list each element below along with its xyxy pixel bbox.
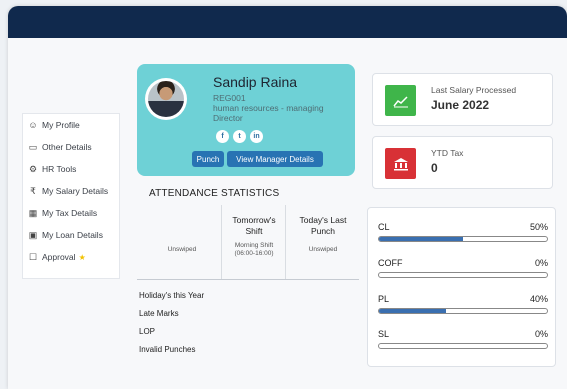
- divider: [221, 205, 222, 280]
- ytd-tax-card[interactable]: YTD Tax 0: [372, 136, 553, 189]
- salary-value: June 2022: [431, 98, 490, 112]
- attendance-table: Tomorrow's Shift Today's Last Punch Unsw…: [137, 205, 359, 280]
- last-punch-header: Today's Last Punch: [299, 215, 347, 236]
- leave-progress-fill: [379, 309, 447, 313]
- divider: [137, 279, 359, 280]
- sidebar-item-my-profile[interactable]: ☺ My Profile: [23, 114, 119, 136]
- designation-text: Director: [213, 113, 243, 123]
- sidebar-item-label: My Salary Details: [42, 186, 109, 196]
- leave-balance-card: CL 50% COFF 0% PL 40% SL 0%: [367, 207, 556, 367]
- leave-name: COFF: [378, 258, 403, 268]
- user-icon: ☺: [28, 120, 38, 130]
- tax-label: YTD Tax: [431, 148, 464, 158]
- sidebar-item-label: My Loan Details: [42, 230, 103, 240]
- leave-progress-bar: [378, 236, 548, 242]
- approval-icon: ☐: [28, 251, 38, 262]
- linkedin-icon[interactable]: in: [250, 130, 263, 143]
- sidebar-item-label: My Tax Details: [42, 208, 98, 218]
- tax-value: 0: [431, 161, 438, 175]
- star-icon: ★: [78, 252, 86, 262]
- sidebar-menu: ☺ My Profile ▭ Other Details ⚙ HR Tools …: [22, 113, 120, 279]
- leave-row-pl: PL 40%: [378, 294, 548, 328]
- sidebar-item-my-loan-details[interactable]: ▣ My Loan Details: [23, 224, 119, 246]
- leave-percent: 0%: [534, 329, 548, 339]
- sidebar-item-label: Approval: [42, 252, 76, 262]
- leave-row-coff: COFF 0%: [378, 258, 548, 292]
- today-status: Unswiped: [167, 246, 197, 253]
- punch-button[interactable]: Punch: [192, 151, 224, 167]
- twitter-icon[interactable]: t: [233, 130, 246, 143]
- stat-holidays: Holiday's this Year: [139, 291, 205, 300]
- tomorrow-shift-header: Tomorrow's Shift: [232, 215, 276, 236]
- last-punch-value: Unswiped: [308, 246, 338, 253]
- employee-name: Sandip Raina: [213, 74, 298, 90]
- tools-icon: ⚙: [28, 163, 38, 174]
- last-salary-card[interactable]: Last Salary Processed June 2022: [372, 73, 553, 126]
- sidebar-item-label: My Profile: [42, 120, 80, 130]
- avatar: [145, 78, 187, 120]
- leave-name: SL: [378, 329, 390, 339]
- profile-card: Sandip Raina REG001 human resources - ma…: [137, 64, 355, 176]
- folder-icon: ▭: [28, 141, 38, 152]
- chart-up-icon: [385, 85, 416, 116]
- leave-row-sl: SL 0%: [378, 329, 548, 363]
- stat-lop: LOP: [139, 327, 156, 336]
- divider: [285, 205, 286, 280]
- leave-progress-bar: [378, 308, 548, 314]
- sidebar-item-my-tax-details[interactable]: ▦ My Tax Details: [23, 202, 119, 224]
- tomorrow-shift-value: Morning Shift (06:00-16:00): [234, 242, 274, 257]
- leave-progress-bar: [378, 272, 548, 278]
- attendance-title: ATTENDANCE STATISTICS: [149, 188, 280, 199]
- employee-department: human resources - managing Director: [213, 103, 353, 123]
- sidebar-item-hr-tools[interactable]: ⚙ HR Tools: [23, 158, 119, 180]
- sidebar-item-approval[interactable]: ☐ Approval ★: [23, 246, 119, 268]
- attendance-stats-list: Holiday's this Year Late Marks LOP Inval…: [139, 287, 204, 359]
- leave-row-cl: CL 50%: [378, 222, 548, 256]
- leave-percent: 50%: [529, 222, 548, 232]
- bank-icon: [385, 148, 416, 179]
- facebook-icon[interactable]: f: [216, 130, 229, 143]
- social-links: f t in: [216, 130, 263, 143]
- top-navigation-bar: [8, 6, 567, 38]
- leave-progress-bar: [378, 343, 548, 349]
- wallet-icon: ▣: [28, 229, 38, 240]
- salary-label: Last Salary Processed: [431, 85, 517, 95]
- stat-invalid-punches: Invalid Punches: [139, 345, 196, 354]
- leave-percent: 0%: [534, 258, 548, 268]
- sidebar-item-label: HR Tools: [42, 164, 77, 174]
- rupee-icon: ₹: [30, 185, 36, 196]
- leave-name: CL: [378, 222, 390, 232]
- leave-name: PL: [378, 294, 390, 304]
- sidebar-item-other-details[interactable]: ▭ Other Details: [23, 136, 119, 158]
- view-manager-details-button[interactable]: View Manager Details: [227, 151, 323, 167]
- employee-id: REG001: [213, 93, 246, 103]
- sidebar-item-label: Other Details: [42, 142, 92, 152]
- leave-percent: 40%: [529, 294, 548, 304]
- stat-late-marks: Late Marks: [139, 309, 179, 318]
- sidebar-item-my-salary-details[interactable]: ₹ My Salary Details: [23, 180, 119, 202]
- leave-progress-fill: [379, 237, 463, 241]
- department-text: human resources - managing: [213, 103, 324, 113]
- calculator-icon: ▦: [28, 207, 38, 218]
